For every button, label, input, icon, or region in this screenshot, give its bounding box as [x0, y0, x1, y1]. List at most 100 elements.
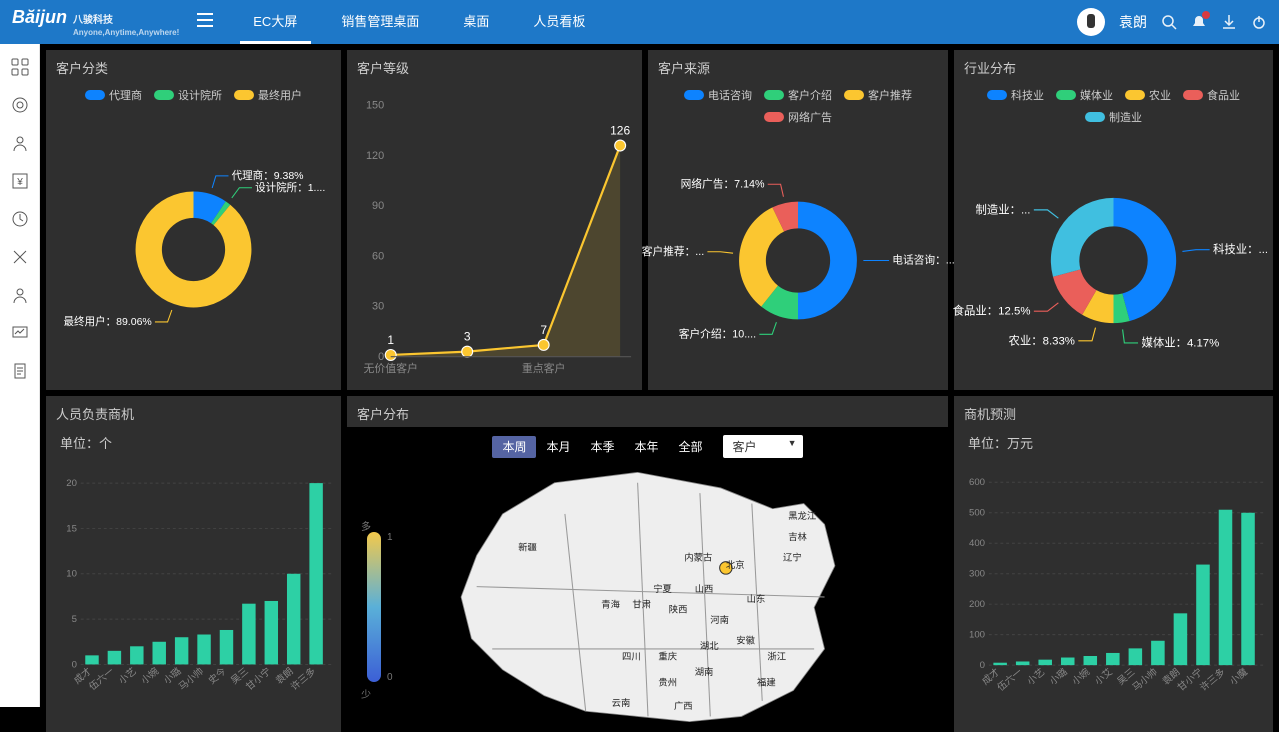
user-icon[interactable] [11, 134, 29, 152]
legend-item[interactable]: 设计院所 [154, 87, 222, 103]
username[interactable]: 袁朗 [1119, 12, 1147, 32]
currency-icon[interactable]: ¥ [11, 172, 29, 190]
svg-text:湖南: 湖南 [694, 666, 713, 677]
gradient-hi: 1 [387, 532, 393, 543]
menu-icon[interactable] [197, 13, 213, 32]
top-bar: Băijun 八骏科技 Anyone,Anytime,Anywhere! EC大… [0, 0, 1279, 44]
bar-chart: 0100200300400500600成才伍六一小艺小璐小婉小艾吴三马小帅袁朗甘… [954, 458, 1273, 732]
panel-customer-map: 客户分布 本周本月本季本年全部 客户 多 1 0 少 新疆黑龙江吉林辽宁内蒙古北… [347, 396, 948, 732]
entity-select[interactable]: 客户 [723, 435, 803, 458]
svg-text:山东: 山东 [746, 593, 765, 604]
svg-text:网络广告：7.14%: 网络广告：7.14% [681, 177, 765, 190]
svg-text:科技业：...: 科技业：... [1213, 242, 1268, 256]
svg-text:小艾: 小艾 [1093, 666, 1115, 687]
monitor-icon[interactable] [11, 324, 29, 342]
svg-text:60: 60 [372, 250, 384, 262]
time-tab[interactable]: 全部 [669, 436, 713, 458]
svg-text:120: 120 [366, 150, 384, 162]
donut-chart: 电话咨询：...客户介绍：10....客户推荐：...网络广告：7.14% [648, 131, 948, 390]
svg-text:马小帅: 马小帅 [176, 665, 206, 693]
line-chart: 0306090120150 137126无价值客户重点客户 [347, 81, 642, 392]
time-tab[interactable]: 本季 [580, 436, 624, 458]
svg-text:400: 400 [969, 538, 985, 549]
legend-item[interactable]: 客户推荐 [844, 87, 912, 103]
nav-tabs: EC大屏 销售管理桌面 桌面 人员看板 [231, 0, 607, 44]
target-icon[interactable] [11, 96, 29, 114]
svg-text:伍六一: 伍六一 [87, 665, 117, 693]
svg-text:福建: 福建 [757, 676, 776, 687]
legend-item[interactable]: 最终用户 [234, 87, 302, 103]
person-icon[interactable] [11, 286, 29, 304]
svg-text:陕西: 陕西 [668, 604, 687, 615]
svg-text:小婉: 小婉 [1070, 666, 1093, 688]
legend-item[interactable]: 食品业 [1183, 87, 1240, 103]
svg-text:云南: 云南 [611, 697, 630, 708]
svg-text:河南: 河南 [710, 614, 729, 625]
svg-text:农业：8.33%: 农业：8.33% [1009, 333, 1075, 347]
tools-icon[interactable] [11, 248, 29, 266]
legend-item[interactable]: 客户介绍 [764, 87, 832, 103]
svg-text:制造业：...: 制造业：... [975, 202, 1030, 216]
compass-icon[interactable] [11, 210, 29, 228]
tab-desktop[interactable]: 桌面 [441, 0, 511, 44]
svg-text:甘小宁: 甘小宁 [243, 665, 273, 693]
svg-text:¥: ¥ [16, 177, 23, 188]
legend-item[interactable]: 媒体业 [1056, 87, 1113, 103]
svg-text:200: 200 [969, 599, 985, 610]
svg-text:90: 90 [372, 200, 384, 212]
unit-label: 单位：万元 [954, 427, 1273, 458]
search-icon[interactable] [1161, 14, 1177, 30]
svg-text:500: 500 [969, 508, 985, 519]
svg-text:甘肃: 甘肃 [632, 598, 651, 609]
tab-ec-dashboard[interactable]: EC大屏 [231, 0, 319, 44]
legend-item[interactable]: 网络广告 [764, 109, 832, 125]
china-map[interactable]: 新疆黑龙江吉林辽宁内蒙古北京山西陕西宁夏青海甘肃山东河南四川重庆湖北安徽浙江湖南… [347, 462, 948, 732]
svg-text:20: 20 [66, 478, 77, 489]
panel-title: 客户等级 [347, 50, 642, 81]
svg-text:辽宁: 辽宁 [783, 552, 802, 563]
svg-text:100: 100 [969, 630, 985, 641]
svg-text:小魔: 小魔 [1228, 666, 1251, 688]
color-gradient [367, 532, 381, 682]
document-icon[interactable] [11, 362, 29, 380]
svg-text:小艺: 小艺 [117, 666, 139, 687]
logo: Băijun 八骏科技 Anyone,Anytime,Anywhere! [12, 7, 179, 37]
legend: 代理商设计院所最终用户 [46, 81, 341, 109]
legend-item[interactable]: 科技业 [987, 87, 1044, 103]
panel-title: 人员负责商机 [46, 396, 341, 427]
svg-text:7: 7 [540, 323, 547, 337]
legend-item[interactable]: 代理商 [85, 87, 142, 103]
download-icon[interactable] [1221, 14, 1237, 30]
time-tab[interactable]: 本周 [492, 436, 536, 458]
svg-text:0: 0 [378, 351, 384, 363]
svg-text:重庆: 重庆 [658, 650, 677, 661]
svg-text:15: 15 [66, 523, 77, 534]
svg-text:许三多: 许三多 [288, 665, 318, 693]
time-tab[interactable]: 本月 [536, 436, 580, 458]
avatar[interactable] [1077, 8, 1105, 36]
panel-title: 客户来源 [648, 50, 948, 81]
svg-text:0: 0 [980, 660, 985, 671]
legend-item[interactable]: 农业 [1125, 87, 1171, 103]
panel-customer-type: 客户分类 代理商设计院所最终用户 代理商：9.38%设计院所：1....最终用户… [46, 50, 341, 390]
grid-icon[interactable] [11, 58, 29, 76]
time-tab[interactable]: 本年 [625, 436, 669, 458]
svg-text:贵州: 贵州 [658, 676, 677, 687]
tab-personnel-board[interactable]: 人员看板 [511, 0, 607, 44]
svg-text:电话咨询：...: 电话咨询：... [892, 254, 954, 267]
logo-tagline: Anyone,Anytime,Anywhere! [73, 28, 179, 37]
map-area: 多 1 0 少 新疆黑龙江吉林辽宁内蒙古北京山西陕西宁夏青海甘肃山东河南四川重庆… [347, 462, 948, 732]
legend-item[interactable]: 电话咨询 [684, 87, 752, 103]
dashboard-grid: 客户分类 代理商设计院所最终用户 代理商：9.38%设计院所：1....最终用户… [40, 44, 1279, 707]
svg-text:伍六一: 伍六一 [995, 666, 1025, 694]
gradient-label-bottom: 少 [361, 686, 371, 701]
tab-sales-desktop[interactable]: 销售管理桌面 [319, 0, 441, 44]
svg-text:安徽: 安徽 [736, 635, 755, 646]
donut-chart: 科技业：...媒体业：4.17%农业：8.33%食品业：12.5%制造业：... [954, 131, 1273, 390]
power-icon[interactable] [1251, 14, 1267, 30]
legend-item[interactable]: 制造业 [1085, 109, 1142, 125]
bell-icon[interactable] [1191, 14, 1207, 30]
logo-cn: 八骏科技 [73, 15, 113, 26]
map-toolbar: 本周本月本季本年全部 客户 [347, 427, 948, 462]
svg-text:0: 0 [72, 659, 77, 670]
